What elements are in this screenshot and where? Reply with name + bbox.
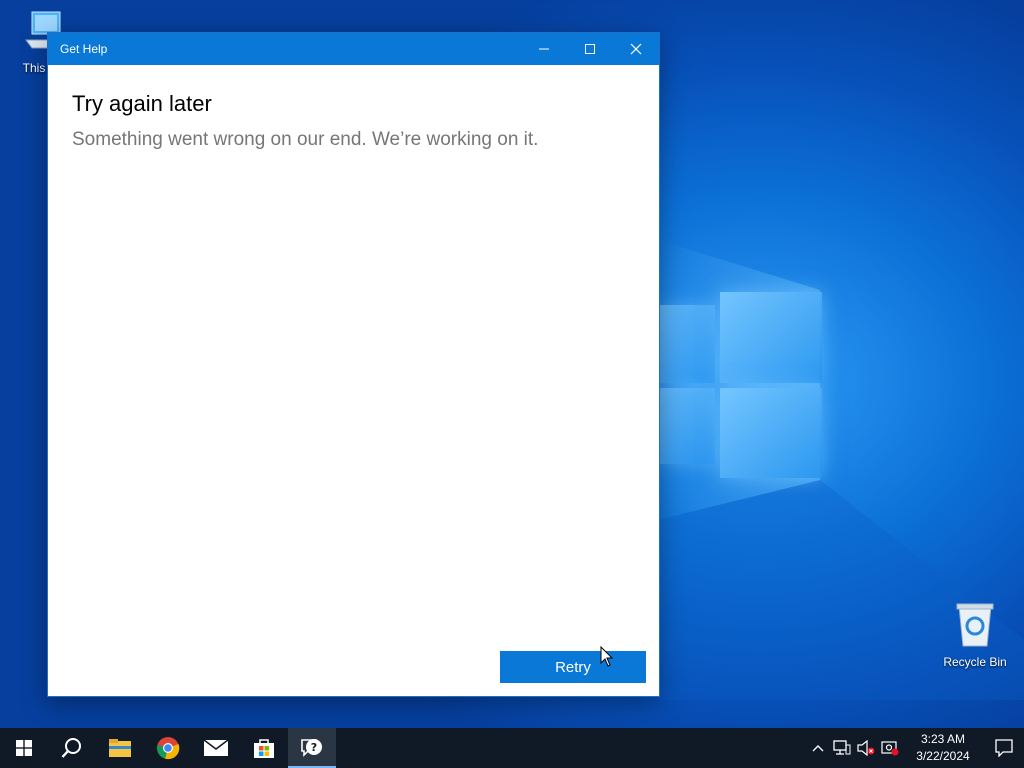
- mouse-cursor-icon: [600, 646, 614, 667]
- get-help-taskbar-button[interactable]: ?: [288, 728, 336, 768]
- security-icon: [881, 741, 899, 756]
- taskbar: ? 3:23 AM 3/22/2024: [0, 728, 1024, 768]
- window-title: Get Help: [60, 42, 108, 56]
- volume-muted-icon: [857, 740, 875, 756]
- chrome-icon: [157, 737, 180, 760]
- get-help-icon: ?: [301, 739, 322, 757]
- file-explorer-icon: [109, 739, 131, 757]
- minimize-icon: [539, 48, 549, 50]
- desktop-icon-label: Recycle Bin: [943, 655, 1007, 669]
- store-icon: [254, 739, 274, 758]
- chevron-up-icon: [812, 745, 824, 752]
- clock-time: 3:23 AM: [920, 732, 966, 746]
- maximize-button[interactable]: [567, 33, 613, 65]
- window-content: Try again later Something went wrong on …: [48, 65, 659, 177]
- recycle-bin-icon: [937, 602, 1013, 651]
- start-button[interactable]: [0, 728, 48, 768]
- clock-date: 3/22/2024: [916, 749, 970, 763]
- notification-icon: [995, 739, 1013, 757]
- maximize-icon: [585, 44, 595, 54]
- minimize-button[interactable]: [521, 33, 567, 65]
- system-tray: 3:23 AM 3/22/2024: [806, 728, 1024, 768]
- store-button[interactable]: [240, 728, 288, 768]
- volume-button[interactable]: [854, 728, 878, 768]
- mail-button[interactable]: [192, 728, 240, 768]
- close-icon: [630, 43, 642, 55]
- network-button[interactable]: [830, 728, 854, 768]
- action-center-button[interactable]: [984, 728, 1024, 768]
- file-explorer-button[interactable]: [96, 728, 144, 768]
- show-hidden-icons-button[interactable]: [806, 728, 830, 768]
- svg-text:?: ?: [311, 741, 317, 754]
- window-titlebar[interactable]: Get Help: [48, 33, 659, 65]
- mail-icon: [203, 739, 229, 756]
- search-icon: [61, 738, 81, 758]
- error-message: Something went wrong on our end. We’re w…: [72, 129, 539, 150]
- security-button[interactable]: [878, 728, 902, 768]
- search-button[interactable]: [48, 728, 96, 768]
- windows-logo: [640, 280, 830, 485]
- start-icon: [16, 740, 32, 756]
- desktop: This PC Recycle Bin Get Help Try again l…: [0, 0, 1024, 768]
- error-heading: Try again later: [72, 91, 212, 116]
- retry-button[interactable]: Retry: [500, 651, 646, 683]
- desktop-icon-recycle-bin[interactable]: Recycle Bin: [937, 602, 1013, 669]
- get-help-window: Get Help Try again later Something went …: [47, 32, 660, 697]
- close-button[interactable]: [613, 33, 659, 65]
- network-icon: [833, 740, 851, 755]
- taskbar-clock[interactable]: 3:23 AM 3/22/2024: [908, 731, 978, 765]
- chrome-button[interactable]: [144, 728, 192, 768]
